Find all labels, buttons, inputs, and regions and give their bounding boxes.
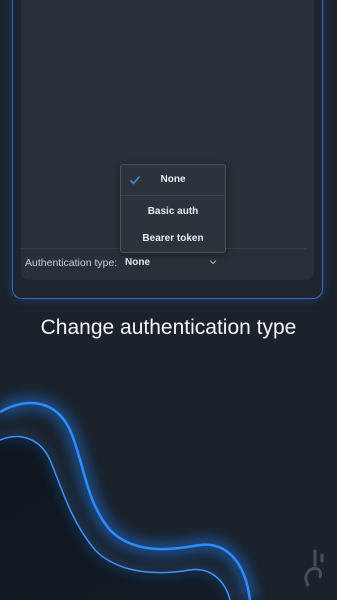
menu-divider [121, 195, 225, 196]
dropdown-option-bearer-token[interactable]: Bearer token [121, 225, 225, 253]
authentication-type-label: Authentication type: [25, 257, 118, 269]
dropdown-option-none[interactable]: None [121, 166, 225, 194]
watermark-logo [304, 549, 324, 587]
chevron-down-icon[interactable] [209, 258, 217, 266]
authentication-type-dropdown: None Basic auth Bearer token [120, 164, 226, 253]
decorative-wave [0, 396, 257, 600]
dropdown-option-label: Basic auth [147, 206, 199, 217]
checkmark-icon [129, 175, 141, 185]
screenshot-page: Authentication type: None None Basic aut… [0, 0, 337, 600]
dropdown-option-label: None [160, 174, 186, 185]
feature-caption: Change authentication type [40, 316, 297, 339]
authentication-type-value[interactable]: None [125, 257, 150, 268]
dropdown-option-label: Bearer token [142, 233, 204, 244]
device-frame: Authentication type: None [12, 0, 323, 299]
dropdown-option-basic-auth[interactable]: Basic auth [121, 198, 225, 226]
